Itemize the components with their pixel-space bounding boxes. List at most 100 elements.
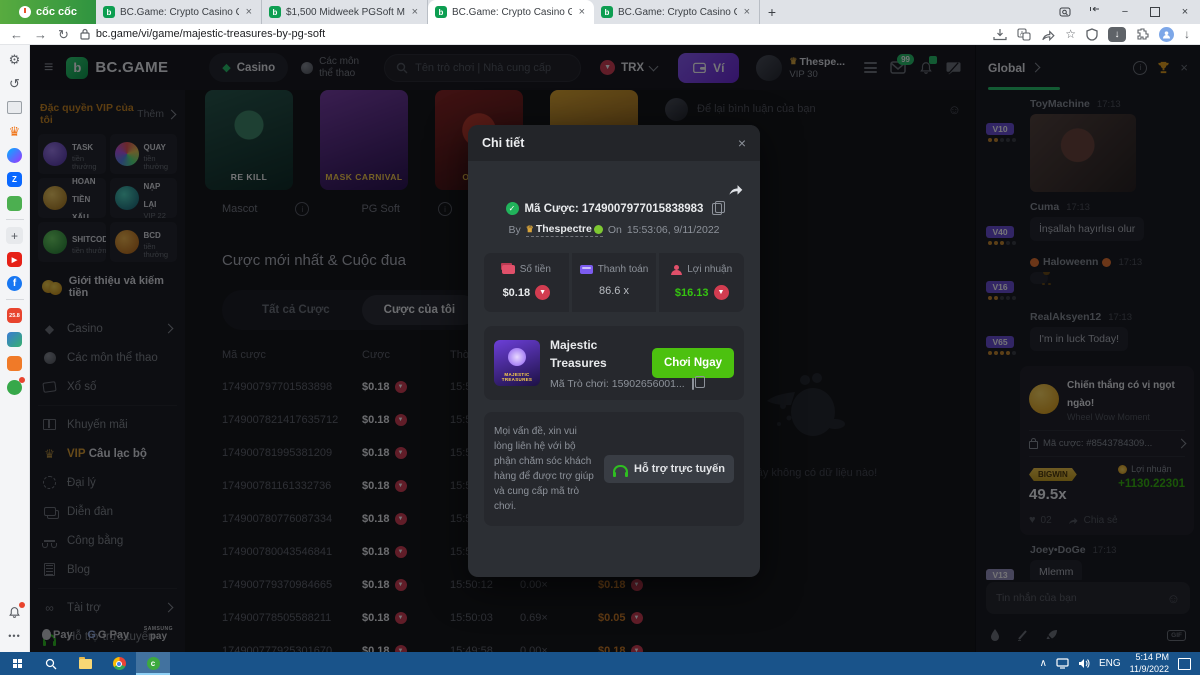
reopen-tab-icon[interactable] (1080, 0, 1110, 24)
tab-close-icon[interactable]: × (244, 6, 254, 18)
chat-close-icon[interactable]: × (1180, 60, 1188, 75)
wallet-button[interactable]: Ví (678, 53, 739, 83)
vip-card-rakeback[interactable]: HOÀN TIỀN XẤU (38, 178, 106, 218)
chat-room-selector[interactable]: Global (988, 61, 1025, 75)
add-shortcut-icon[interactable]: + (6, 227, 23, 244)
sidebar-item-lottery[interactable]: Xổ số (38, 372, 177, 401)
bet-list-icon[interactable] (864, 62, 877, 73)
info-icon[interactable] (295, 202, 309, 216)
chat-username[interactable]: Haloweenn (1043, 256, 1098, 268)
history-icon[interactable]: ↺ (6, 75, 23, 92)
game-banner-mask-carnival[interactable]: MASK CARNIVAL (320, 90, 408, 190)
sidebar-item-vip-club[interactable]: ♛VIP Câu lạc bộ (38, 439, 177, 468)
ticket-app-icon[interactable] (6, 355, 23, 372)
game-banner-rekill[interactable]: RE KILL (205, 90, 293, 190)
rocket-icon[interactable] (1046, 629, 1058, 641)
copy-icon[interactable] (712, 203, 722, 215)
taskbar-search-icon[interactable] (34, 652, 68, 675)
browser-tab-3-active[interactable]: b BC.Game: Crypto Casino Gam × (428, 0, 594, 24)
rain-feature-icon[interactable] (990, 629, 1000, 642)
more-options-icon[interactable]: ••• (6, 627, 23, 644)
volume-icon[interactable] (1078, 658, 1090, 669)
games-icon[interactable] (6, 195, 23, 212)
play-now-button[interactable]: Chơi Ngay (652, 348, 734, 378)
share-icon[interactable] (1041, 28, 1055, 41)
file-explorer-icon[interactable] (68, 652, 102, 675)
chat-username[interactable]: Joey•DoGe (1030, 544, 1086, 556)
extensions-puzzle-icon[interactable] (1136, 28, 1149, 41)
currency-selector[interactable]: ▼ TRX (600, 60, 657, 75)
browser-tab-1[interactable]: b BC.Game: Crypto Casino Gam × (96, 0, 262, 24)
minimize-button[interactable]: − (1110, 0, 1140, 24)
chat-rules-icon[interactable] (1133, 61, 1147, 75)
translate-icon[interactable]: A (1017, 28, 1031, 41)
adblock-shield-icon[interactable] (1086, 28, 1098, 41)
network-icon[interactable] (1056, 658, 1069, 669)
live-support-button[interactable]: Hỗ trợ trực tuyến (604, 455, 734, 483)
notifications-bell-icon[interactable] (919, 61, 933, 75)
browser-tab-2[interactable]: b $1,500 Midweek PGSoft Mult × (262, 0, 428, 24)
download-active-icon[interactable]: ↓ (1108, 27, 1126, 42)
zalo-icon[interactable]: Z (6, 171, 23, 188)
hidden-icons-chevron[interactable]: ∧ (1040, 658, 1047, 669)
vip-card-quay[interactable]: QUAYtiền thưởng (110, 134, 178, 174)
emoji-icon[interactable]: ☺ (948, 102, 961, 117)
comment-input[interactable]: Để lại bình luận của bạn ☺ (665, 95, 961, 123)
casino-tab[interactable]: ◆ Casino (209, 53, 288, 82)
notification-bell-icon[interactable] (6, 604, 23, 621)
chat-toggle-icon[interactable] (946, 61, 961, 75)
browser-profile-avatar[interactable] (1159, 27, 1174, 42)
forward-button[interactable]: → (34, 28, 47, 41)
clock[interactable]: 5:14 PM 11/9/2022 (1130, 652, 1169, 675)
gif-picker-icon[interactable]: GIF (1167, 630, 1186, 641)
browser-tab-4[interactable]: b BC.Game: Crypto Casino Gam × (594, 0, 760, 24)
chat-username[interactable]: ToyMachine (1030, 98, 1090, 110)
sidebar-item-casino[interactable]: ◆Casino (38, 314, 177, 343)
sidebar-item-affiliate[interactable]: Đại lý (38, 468, 177, 497)
coccoc-taskbar-icon[interactable]: c (136, 652, 170, 675)
tab-my-bets[interactable]: Cược của tôi (362, 295, 477, 325)
vip-card-task[interactable]: TASKtiền thưởng (38, 134, 106, 174)
like-heart-icon[interactable]: ♥ (1029, 514, 1036, 526)
start-button[interactable] (0, 652, 34, 675)
new-tab-button[interactable]: + (760, 0, 784, 24)
sidebar-item-sports[interactable]: Các môn thể thao (38, 343, 177, 372)
chat-username[interactable]: RealAksyen12 (1030, 311, 1101, 323)
tab-close-icon[interactable]: × (410, 6, 420, 18)
sidebar-item-promotions[interactable]: Khuyến mãi (38, 410, 177, 439)
vip-crown-icon[interactable]: ♛ (6, 123, 23, 140)
table-row[interactable]: 174900778505588211$0.18▼15:50:030.69×$0.… (222, 601, 965, 634)
vip-more-link[interactable]: Thêm (137, 108, 164, 120)
back-button[interactable]: ← (10, 28, 23, 41)
win-bet-link[interactable]: Mã cược: #8543784309... (1029, 430, 1185, 457)
downloads-icon[interactable]: ↓ (1184, 27, 1190, 41)
trophy-icon[interactable] (1157, 61, 1170, 74)
tab-close-icon[interactable]: × (577, 6, 587, 18)
youtube-icon[interactable]: ▶ (6, 251, 23, 268)
tab-all-bets[interactable]: Tất cả Cược (240, 295, 352, 325)
emoji-icon[interactable]: ☺ (1167, 591, 1180, 606)
provider-pgsoft[interactable]: PG Soft (361, 202, 452, 216)
coccoc-brand[interactable]: cốc cốc (0, 0, 96, 24)
tab-close-icon[interactable]: × (742, 6, 752, 18)
referral-link[interactable]: Giới thiệu và kiếm tiền (38, 262, 177, 304)
sidebar-item-blog[interactable]: Blog (38, 555, 177, 584)
vip-card-bcd[interactable]: BCDtiền thưởng (110, 222, 178, 262)
bcgame-logo[interactable]: b BC.GAME (66, 57, 168, 79)
info-icon[interactable] (438, 202, 452, 216)
messenger-icon[interactable] (6, 147, 23, 164)
facebook-icon[interactable]: f (6, 275, 23, 292)
vip-card-recharge[interactable]: NẠP LẠIVIP 22 (110, 178, 178, 218)
sale-25-8-icon[interactable]: 25.8 (6, 307, 23, 324)
sidebar-item-forum[interactable]: Diễn đàn (38, 497, 177, 526)
game-thumbnail[interactable]: MAJESTIC TREASURES (494, 340, 540, 386)
chat-message-input[interactable]: Tin nhắn của bạn ☺ (986, 582, 1190, 614)
language-indicator[interactable]: ENG (1099, 658, 1121, 669)
save-page-icon[interactable] (993, 28, 1007, 41)
news-feed-icon[interactable] (6, 99, 23, 116)
chrome-icon[interactable] (102, 652, 136, 675)
tab-search-icon[interactable] (1050, 0, 1080, 24)
reload-button[interactable]: ↻ (58, 28, 69, 41)
draw-pencil-icon[interactable] (1017, 629, 1029, 641)
sports-tab[interactable]: Các môn thể thao (301, 56, 371, 79)
